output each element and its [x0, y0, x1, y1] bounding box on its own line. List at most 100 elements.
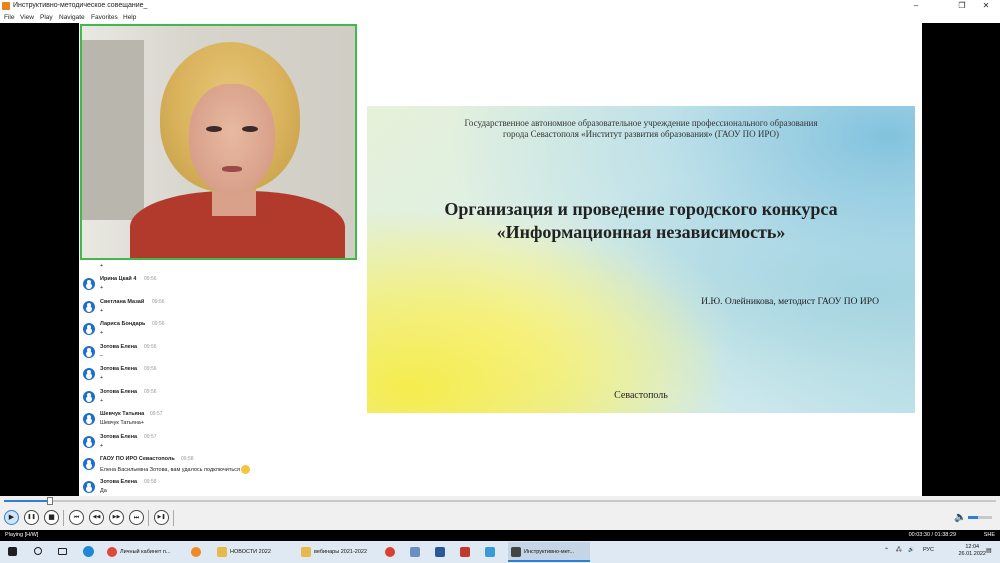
play-button[interactable]: ▶ [4, 510, 19, 525]
maximize-button[interactable]: ❐ [950, 0, 974, 12]
word-icon [435, 547, 445, 557]
slide-title-line: «Информационная независимость» [496, 222, 786, 242]
separator [173, 510, 174, 526]
taskbar-item-player[interactable]: Инструктивно-мет... [508, 542, 590, 562]
chat-text: + [100, 307, 104, 314]
chat-message: Лариса Бондарь 09:56 + [80, 319, 357, 342]
user-avatar-icon [83, 278, 95, 290]
smile-emoji-icon [240, 465, 250, 474]
seek-handle[interactable] [46, 497, 53, 505]
tray-network-icon[interactable]: 🖧 [896, 547, 902, 555]
menu-file[interactable]: File [4, 14, 14, 21]
chat-message: ГАОУ ПО ИРО Севастополь 09:58 Елена Васи… [80, 454, 357, 477]
frame-step-button[interactable]: ▶❚ [154, 510, 169, 525]
tray-chevron-icon[interactable]: ⌃ [884, 547, 889, 554]
chrome-icon [107, 547, 117, 557]
slide-organization: Государственное автономное образовательн… [367, 118, 915, 140]
clock-time: 12:04 [965, 544, 980, 550]
previous-button[interactable]: ⏮ [69, 510, 84, 525]
chat-text: Елена Васильевна Зотова, вам удалось под… [100, 465, 250, 474]
seek-track[interactable] [4, 500, 996, 502]
menu-navigate[interactable]: Navigate [59, 14, 85, 21]
stop-button[interactable]: ■ [44, 510, 59, 525]
forward-button[interactable]: ▶▶ [109, 510, 124, 525]
folder-icon [301, 547, 311, 557]
language-indicator[interactable]: РУС [923, 547, 934, 553]
edge-browser-icon[interactable] [83, 546, 94, 557]
taskbar: Личный кабинет п... НОВОСТИ 2022 вебинар… [0, 541, 1000, 563]
playback-mode: SHE [983, 532, 995, 538]
slide-org-line: города Севастополя «Институт развития об… [503, 129, 779, 139]
chat-time: 09:56 [144, 366, 157, 372]
chat-author: Светлана Мазай [100, 298, 145, 305]
taskbar-item-paint[interactable] [407, 542, 429, 562]
chat-time: 09:56 [152, 298, 165, 305]
separator [63, 510, 64, 526]
taskbar-item-folder-webinars[interactable]: вебинары 2021-2022 [298, 542, 378, 562]
monitor-icon [485, 547, 495, 557]
close-button[interactable]: ✕ [974, 0, 998, 12]
pause-button[interactable]: ❚❚ [24, 510, 39, 525]
tray-volume-icon[interactable]: 🔊 [908, 547, 914, 553]
chat-author: ГАОУ ПО ИРО Севастополь [100, 456, 175, 462]
windows-start-icon[interactable] [8, 547, 17, 556]
chat-author: Зотова Елена [100, 433, 138, 440]
chat-author: Зотова Елена [100, 478, 138, 485]
volume-slider[interactable] [968, 516, 992, 519]
window-title: Инструктивно-методическое совещание_ [13, 2, 148, 9]
seek-progress [4, 500, 50, 502]
taskbar-item-label: Инструктивно-мет... [524, 549, 575, 555]
puzzle-icon [460, 547, 470, 557]
clock-date: 26.01.2022 [958, 551, 986, 557]
volume-icon[interactable]: 🔈 [954, 512, 966, 523]
user-avatar-icon [83, 413, 95, 425]
minimize-button[interactable]: – [904, 0, 928, 12]
chat-message: Шевчук Татьяна 09:57 Шевчук Татьяна+ [80, 409, 357, 432]
chat-time: 09:57 [144, 433, 157, 440]
user-avatar-icon [83, 390, 95, 403]
separator [148, 510, 149, 526]
title-bar: Инструктивно-методическое совещание_ – ❐… [0, 0, 1000, 12]
chat-author: Лариса Бондарь [100, 321, 146, 327]
menu-bar: File View Play Navigate Favorites Help [0, 12, 1000, 23]
taskbar-item-word[interactable] [432, 542, 454, 562]
menu-help[interactable]: Help [123, 14, 136, 21]
menu-favorites[interactable]: Favorites [91, 14, 118, 21]
chat-message: Ирина Цкай 4 09:56 + [80, 274, 357, 297]
taskbar-item-folder-news[interactable]: НОВОСТИ 2022 [214, 542, 292, 562]
search-icon[interactable] [34, 547, 42, 555]
user-avatar-icon [83, 480, 95, 493]
video-area[interactable]: + Ирина Цкай 4 09:56 + Светлана Мазай 09… [0, 23, 1000, 496]
chat-message: Зотова Елена 09:56 + [80, 387, 357, 410]
chat-text: Шевчук Татьяна+ [100, 420, 145, 426]
slide-title: Организация и проведение городского конк… [367, 198, 915, 244]
chat-message: Зотова Елена 09:56 + [80, 364, 357, 387]
app-icon [2, 2, 10, 10]
menu-play[interactable]: Play [40, 14, 53, 21]
media-player-icon [511, 547, 521, 557]
next-button[interactable]: ⏭ [129, 510, 144, 525]
task-view-icon[interactable] [58, 548, 67, 555]
taskbar-item-app[interactable] [382, 542, 404, 562]
chat-panel: + Ирина Цкай 4 09:56 + Светлана Мазай 09… [80, 262, 357, 496]
taskbar-item-app2[interactable] [457, 542, 479, 562]
chat-text: + [100, 375, 104, 381]
firefox-icon [191, 547, 201, 557]
chat-message: + [80, 262, 357, 274]
chat-time: 09:56 [144, 343, 157, 350]
taskbar-item-app3[interactable] [482, 542, 504, 562]
menu-view[interactable]: View [20, 14, 34, 21]
taskbar-item-chrome[interactable]: Личный кабинет п... [104, 542, 186, 562]
paint-icon [410, 547, 420, 557]
taskbar-item-firefox[interactable] [188, 542, 210, 562]
player-controls: ▶ ❚❚ ■ ⏮ ◀◀ ▶▶ ⏭ ▶❚ 🔈 [0, 506, 1000, 530]
chat-text: + [100, 442, 104, 449]
chat-message: Светлана Мазай 09:56 + [80, 297, 357, 320]
chat-text: Да [100, 487, 107, 494]
seek-bar[interactable] [0, 496, 1000, 506]
rewind-button[interactable]: ◀◀ [89, 510, 104, 525]
chat-author: Зотова Елена [100, 366, 138, 372]
clock[interactable]: 12:04 26.01.2022 [958, 544, 986, 558]
notifications-icon[interactable]: ▤ [986, 547, 992, 554]
chat-time: 09:58 [144, 478, 157, 485]
